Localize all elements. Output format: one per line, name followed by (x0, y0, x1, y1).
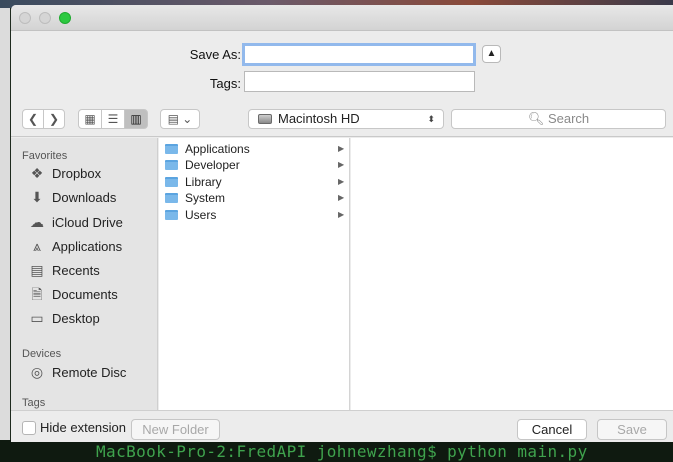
title-bar (11, 5, 673, 31)
sidebar-item-desktop[interactable]: ▭ Desktop (28, 308, 156, 328)
bottom-bar: Hide extension New Folder Cancel Save (11, 410, 673, 442)
list-item[interactable]: Developer ▶ (159, 157, 350, 173)
search-field[interactable]: 🔍︎ Search (451, 109, 666, 129)
browser-column-1: Applications ▶ Developer ▶ Library ▶ System… (159, 138, 350, 410)
grid-icon: ▦ (84, 112, 96, 126)
disclosure-arrow-icon: ▶ (338, 193, 345, 202)
list-view-button[interactable]: ☰ (101, 109, 125, 129)
tags-label: Tags: (209, 76, 241, 91)
forward-button[interactable]: ❯ (43, 109, 65, 129)
cancel-button[interactable]: Cancel (517, 419, 587, 440)
sidebar-item-downloads[interactable]: ⬇ Downloads (28, 187, 156, 207)
columns-icon: ▥ (130, 112, 142, 126)
back-button[interactable]: ❮ (22, 109, 44, 129)
terminal-command-line: MacBook-Pro-2:FredAPI johnewzhang$ pytho… (96, 442, 588, 461)
sidebar-item-icloud-drive[interactable]: ☁ iCloud Drive (28, 212, 156, 232)
disclosure-arrow-icon: ▶ (338, 160, 345, 169)
background-window-edge (0, 8, 10, 462)
new-folder-button[interactable]: New Folder (131, 419, 220, 440)
list-item[interactable]: Users ▶ (159, 207, 350, 223)
zoom-window-button[interactable] (59, 12, 71, 24)
location-popup[interactable]: Macintosh HD ⬍ (248, 109, 444, 129)
hard-drive-icon (258, 114, 272, 124)
cloud-icon: ☁ (30, 214, 44, 230)
hide-extension-label: Hide extension (40, 420, 126, 435)
folder-icon (165, 177, 178, 187)
sidebar: Favorites ❖ Dropbox ⬇ Downloads ☁ iCloud Dr… (11, 138, 158, 410)
sidebar-item-documents[interactable]: 🗎 Documents (28, 284, 156, 304)
sidebar-item-recents[interactable]: ▤ Recents (28, 260, 156, 280)
up-down-chevron-icon: ⬍ (427, 114, 435, 124)
folder-icon (165, 144, 178, 154)
save-button[interactable]: Save (597, 419, 667, 440)
folder-icon (165, 210, 178, 220)
chevron-right-icon: ❯ (48, 112, 60, 126)
browser-toolbar: ❮ ❯ ▦ ☰ ▥ ▤ ⌄ Macintosh HD ⬍ 🔍︎ Search (11, 101, 673, 137)
arrange-icon: ▤ ⌄ (167, 112, 193, 126)
group-by-button[interactable]: ▤ ⌄ (160, 109, 200, 129)
browser-column-2 (351, 138, 673, 410)
tags-field[interactable] (244, 71, 475, 92)
dropbox-icon: ❖ (30, 165, 44, 181)
list-item[interactable]: System ▶ (159, 190, 350, 206)
save-as-label: Save As: (189, 47, 241, 62)
disclosure-arrow-icon: ▶ (338, 144, 345, 153)
recents-icon: ▤ (30, 262, 44, 278)
disc-icon: ◎ (30, 364, 44, 380)
favorites-header: Favorites (22, 150, 68, 162)
applications-icon: ⩓ (33, 238, 41, 254)
location-label: Macintosh HD (278, 111, 360, 126)
search-placeholder: Search (547, 111, 590, 126)
chevron-left-icon: ❮ (27, 112, 39, 126)
downloads-icon: ⬇ (31, 189, 43, 205)
minimize-window-button[interactable] (39, 12, 51, 24)
disclosure-arrow-icon: ▶ (338, 210, 345, 219)
chevron-up-icon: ▲ (486, 48, 497, 59)
disclosure-arrow-icon: ▶ (338, 177, 345, 186)
search-icon: 🔍︎ (527, 111, 548, 126)
documents-icon: 🗎 (31, 286, 43, 302)
sidebar-item-remote-disc[interactable]: ◎ Remote Disc (28, 362, 156, 382)
sidebar-item-dropbox[interactable]: ❖ Dropbox (28, 163, 156, 183)
folder-icon (165, 160, 178, 170)
sidebar-item-applications[interactable]: ⩓ Applications (28, 236, 156, 256)
expand-dialog-button[interactable]: ▲ (482, 45, 501, 63)
save-as-field[interactable] (242, 43, 476, 66)
devices-header: Devices (22, 348, 62, 360)
folder-icon (165, 193, 178, 203)
hide-extension-checkbox[interactable] (22, 421, 36, 435)
list-item[interactable]: Library ▶ (159, 174, 350, 190)
close-window-button[interactable] (19, 12, 31, 24)
list-icon: ☰ (107, 112, 119, 126)
desktop-icon: ▭ (30, 310, 44, 326)
column-view-button[interactable]: ▥ (124, 109, 148, 129)
save-dialog: Save As: ▲ Tags: ❮ ❯ ▦ ☰ ▥ ▤ ⌄ Macintosh… (11, 5, 673, 442)
list-item[interactable]: Applications ▶ (159, 141, 350, 157)
tags-header: Tags (22, 397, 46, 409)
icon-view-button[interactable]: ▦ (78, 109, 102, 129)
